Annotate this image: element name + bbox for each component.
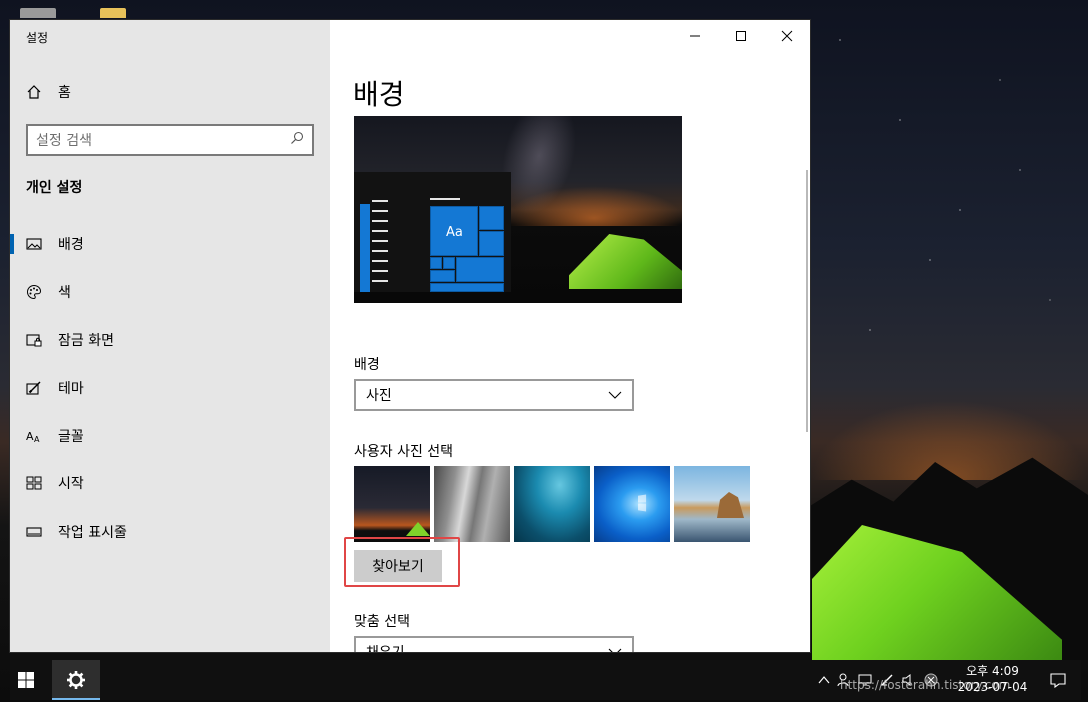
settings-sidebar: 설정 홈 설정 검색 개인 설정 배경 색 잠금 화면 테마 A A 글꼴 시작… (10, 20, 330, 652)
gear-icon (67, 671, 85, 689)
recent-picture-2[interactable] (434, 466, 510, 542)
sidebar-item-color[interactable]: 색 (10, 272, 330, 312)
chevron-down-icon (608, 387, 622, 403)
preview-tile (456, 257, 504, 282)
sidebar-item-start[interactable]: 시작 (10, 463, 330, 503)
preview-header-bar (430, 198, 460, 200)
preview-tile (430, 283, 504, 292)
font-icon: AA (26, 428, 42, 444)
preview-menu-line (372, 240, 388, 242)
chevron-up-icon (818, 676, 830, 684)
windows-logo-icon (18, 672, 34, 688)
sidebar-item-label: 잠금 화면 (58, 333, 114, 349)
thumb-rock (717, 492, 744, 518)
sidebar-item-taskbar[interactable]: 작업 표시줄 (10, 512, 330, 552)
preview-menu-line (372, 200, 388, 202)
settings-window: 설정 홈 설정 검색 개인 설정 배경 색 잠금 화면 테마 A A 글꼴 시작… (10, 20, 810, 652)
preview-start-mockup: Aa (354, 172, 511, 292)
home-icon (26, 84, 42, 100)
preview-menu-line (372, 230, 388, 232)
recent-picture-5[interactable] (674, 466, 750, 542)
clock-time: 오후 4:09 (966, 664, 1019, 678)
taskbar-icon (26, 524, 42, 540)
preview-menu-line (372, 220, 388, 222)
palette-icon (26, 284, 42, 300)
settings-search-input[interactable]: 설정 검색 (26, 124, 314, 156)
fit-value: 채우기 (366, 642, 405, 652)
thumb-tent (406, 522, 430, 536)
background-preview: Aa (354, 116, 682, 303)
minimize-button[interactable] (672, 20, 718, 52)
page-title: 배경 (353, 78, 405, 111)
sidebar-item-label: 색 (58, 285, 71, 301)
desktop-icon-recycle[interactable] (20, 8, 56, 18)
background-type-value: 사진 (366, 388, 392, 404)
sidebar-item-label: 작업 표시줄 (58, 525, 127, 541)
fit-dropdown[interactable]: 채우기 (354, 636, 634, 652)
preview-menu-line (372, 270, 388, 272)
taskbar-settings-app[interactable] (52, 660, 100, 700)
fit-label: 맞춤 선택 (354, 614, 410, 630)
preview-tile (443, 257, 455, 269)
start-button[interactable] (10, 660, 42, 700)
taskbar: https://fosterahn.tistory.com 오후 4:09 20… (10, 660, 1081, 700)
chevron-down-icon (608, 644, 622, 652)
close-icon (781, 30, 793, 42)
svg-text:A: A (34, 435, 40, 444)
preview-menu-line (372, 250, 388, 252)
preview-menu-line (372, 280, 388, 282)
svg-text:A: A (26, 430, 34, 443)
minimize-icon (690, 35, 700, 37)
sidebar-item-label: 글꼴 (58, 429, 84, 445)
home-link[interactable]: 홈 (26, 82, 71, 102)
background-label: 배경 (354, 357, 380, 373)
preview-tile (479, 206, 504, 230)
sidebar-item-theme[interactable]: 테마 (10, 368, 330, 408)
preview-tile (479, 231, 504, 256)
start-grid-icon (26, 475, 42, 491)
thumb-windows-logo (638, 494, 647, 512)
choose-picture-label: 사용자 사진 선택 (354, 444, 454, 460)
preview-sample-text: Aa (446, 225, 463, 240)
preview-menu-line (372, 260, 388, 262)
sidebar-item-label: 테마 (58, 381, 84, 397)
maximize-icon (736, 31, 746, 41)
preview-tile (430, 270, 455, 282)
settings-content: 배경 Aa 배경 사진 사용자 사진 선택 찾아보기 맞춤 선택 (330, 20, 810, 652)
search-icon (290, 131, 304, 149)
preview-start-strip (360, 204, 370, 292)
preview-menu-line (372, 210, 388, 212)
browse-button[interactable]: 찾아보기 (354, 550, 442, 582)
preview-horizon-glow (504, 186, 682, 226)
sidebar-item-lock-screen[interactable]: 잠금 화면 (10, 320, 330, 360)
sidebar-item-label: 배경 (58, 237, 84, 253)
content-scrollbar[interactable] (806, 170, 808, 432)
home-label: 홈 (58, 85, 71, 101)
maximize-button[interactable] (718, 20, 764, 52)
sidebar-item-label: 시작 (58, 476, 84, 492)
preview-tent (569, 234, 682, 289)
theme-brush-icon (26, 380, 42, 396)
recent-picture-4[interactable] (594, 466, 670, 542)
sidebar-item-fonts[interactable]: AA 글꼴 (10, 416, 330, 456)
section-title: 개인 설정 (26, 180, 83, 196)
desktop-icon-folder[interactable] (100, 8, 126, 18)
notification-icon (1050, 673, 1066, 688)
action-center-button[interactable] (1038, 660, 1078, 700)
taskbar-clock[interactable]: 오후 4:09 2023-07-04 (955, 663, 1030, 695)
show-hidden-icons-button[interactable] (816, 676, 832, 684)
clock-date: 2023-07-04 (957, 680, 1028, 694)
recent-picture-3[interactable] (514, 466, 590, 542)
close-button[interactable] (764, 20, 810, 52)
background-type-dropdown[interactable]: 사진 (354, 379, 634, 411)
app-title: 설정 (26, 31, 49, 45)
preview-tile (430, 257, 442, 269)
picture-icon (26, 236, 42, 252)
search-placeholder: 설정 검색 (36, 133, 92, 149)
lock-screen-icon (26, 332, 42, 348)
preview-tiles (430, 206, 504, 292)
sidebar-item-background[interactable]: 배경 (10, 224, 330, 264)
recent-picture-1[interactable] (354, 466, 430, 542)
